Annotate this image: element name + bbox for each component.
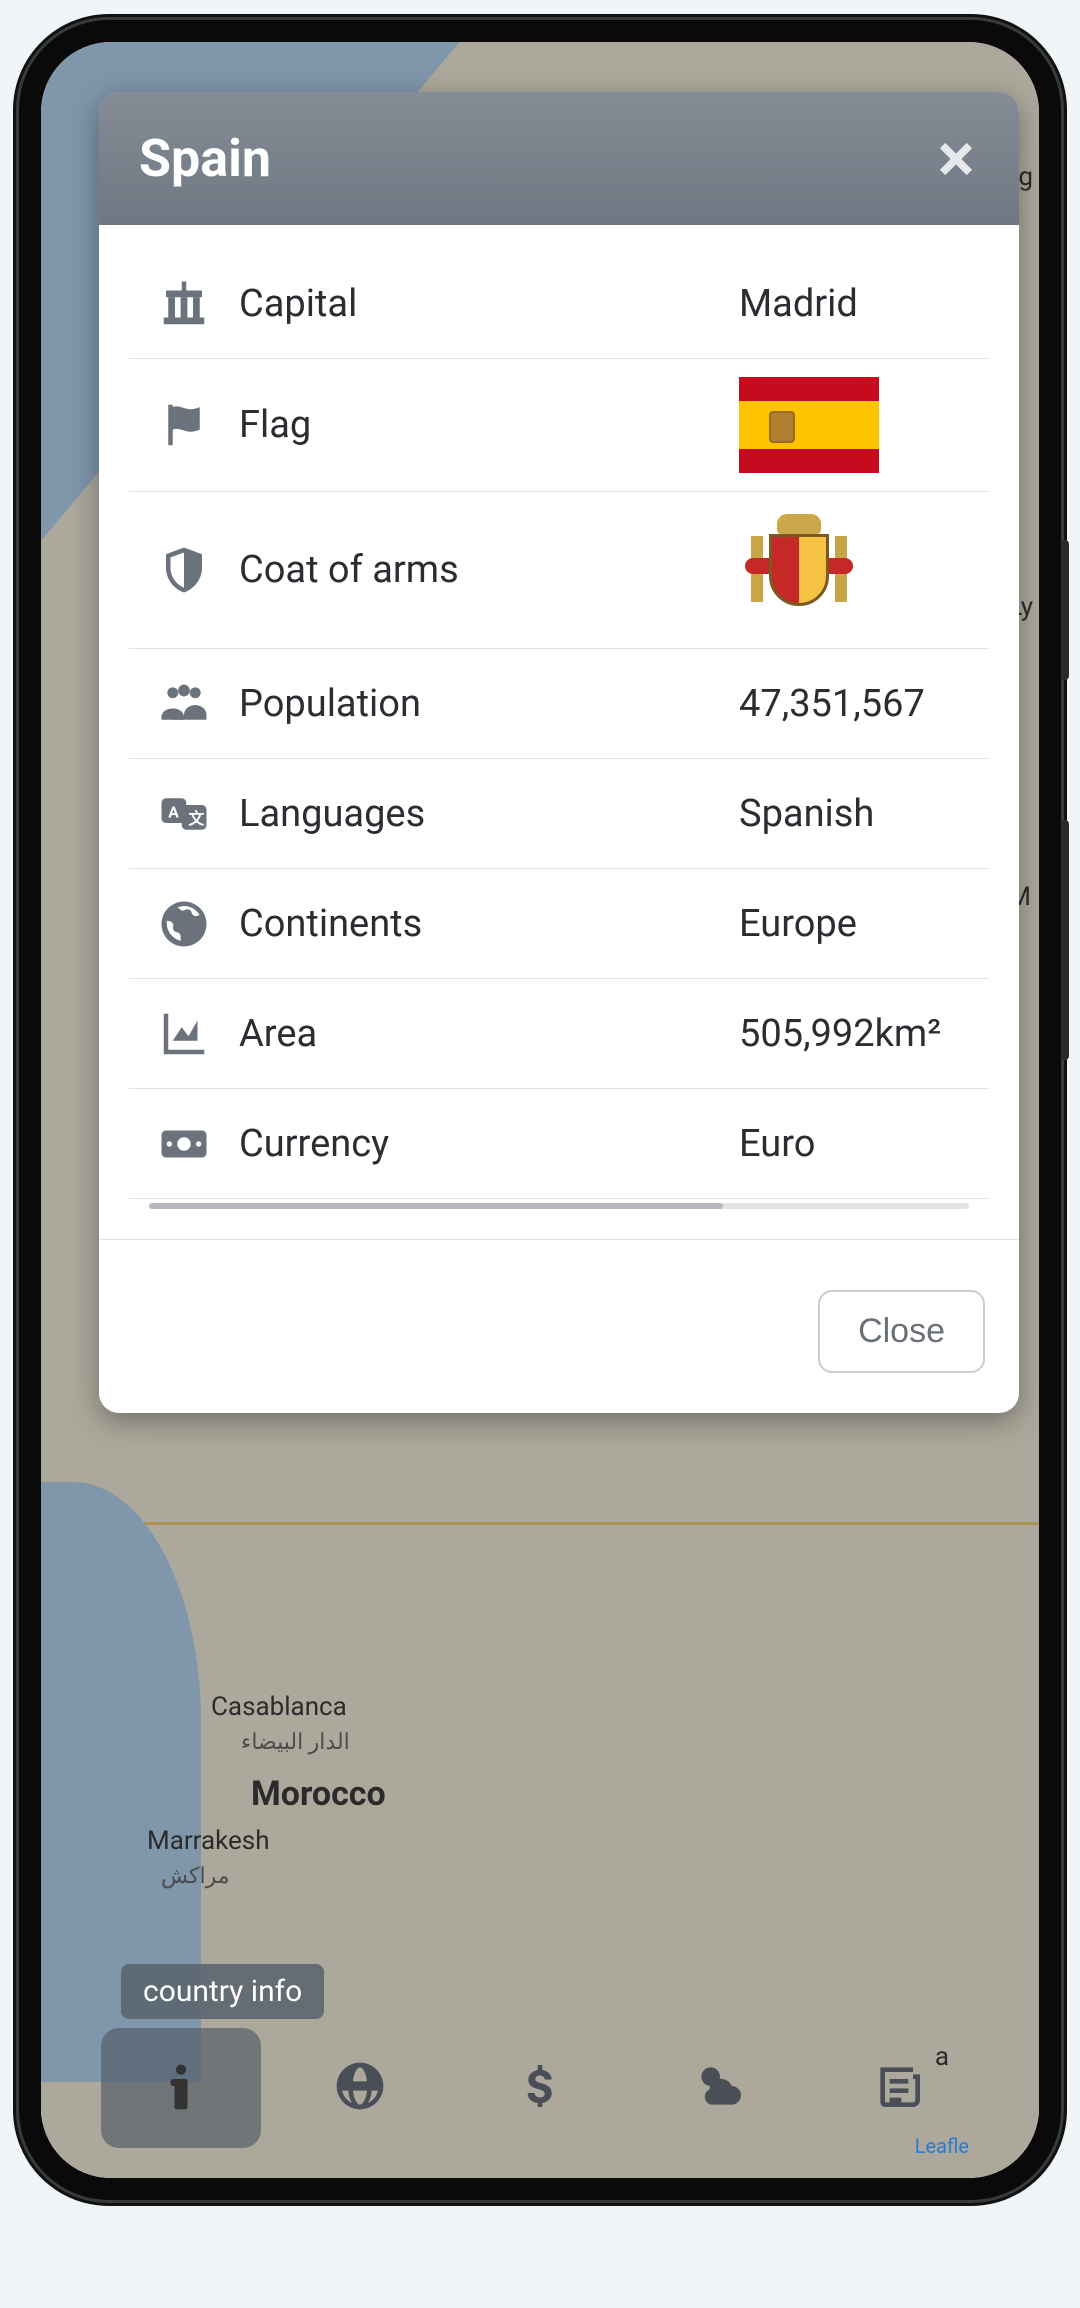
area-chart-icon [129, 1007, 239, 1061]
country-info-modal: Spain Capital Madrid Flag [99, 92, 1019, 1413]
value-languages: Spanish [739, 792, 989, 836]
row-population: Population 47,351,567 [129, 649, 989, 759]
flag-icon [129, 398, 239, 452]
money-icon [129, 1117, 239, 1171]
phone-side-button [1061, 820, 1069, 1060]
capital-icon [129, 277, 239, 331]
row-languages: A文 Languages Spanish [129, 759, 989, 869]
spain-flag-image [739, 377, 879, 473]
weather-icon [692, 2058, 748, 2118]
label-capital: Capital [239, 282, 739, 326]
languages-icon: A文 [129, 787, 239, 841]
scroll-thumb[interactable] [149, 1203, 723, 1209]
modal-title: Spain [139, 128, 271, 189]
row-flag: Flag [129, 359, 989, 492]
spain-coat-of-arms-image [739, 510, 859, 630]
nav-weather[interactable] [640, 2028, 800, 2148]
phone-frame: Casablanca الدار البيضاء Morocco Marrake… [19, 20, 1061, 2200]
modal-body: Capital Madrid Flag Coat of [99, 225, 1019, 1219]
screen: Casablanca الدار البيضاء Morocco Marrake… [41, 42, 1039, 2178]
close-button[interactable]: Close [818, 1290, 985, 1373]
row-currency: Currency Euro [129, 1089, 989, 1199]
value-continents: Europe [739, 902, 989, 946]
shield-icon [129, 543, 239, 597]
news-icon [871, 2058, 927, 2118]
svg-text:文: 文 [189, 809, 205, 828]
phone-side-button [1061, 540, 1069, 680]
population-icon [129, 677, 239, 731]
globe-icon [129, 897, 239, 951]
label-population: Population [239, 682, 739, 726]
globe-icon [332, 2058, 388, 2118]
label-languages: Languages [239, 792, 739, 836]
value-coat [739, 510, 989, 630]
value-population: 47,351,567 [739, 682, 989, 726]
row-continents: Continents Europe [129, 869, 989, 979]
nav-info[interactable] [101, 2028, 261, 2148]
row-coat-of-arms: Coat of arms [129, 492, 989, 649]
value-currency: Euro [739, 1122, 989, 1166]
nav-web[interactable] [281, 2028, 441, 2148]
value-area: 505,992km² [739, 1012, 989, 1056]
bottom-nav [101, 2028, 979, 2148]
modal-header: Spain [99, 92, 1019, 225]
svg-text:A: A [168, 802, 179, 821]
modal-footer: Close [99, 1239, 1019, 1413]
label-continents: Continents [239, 902, 739, 946]
nav-news[interactable] [819, 2028, 979, 2148]
row-capital: Capital Madrid [129, 249, 989, 359]
nav-tooltip: country info [121, 1964, 324, 2019]
label-currency: Currency [239, 1122, 739, 1166]
value-flag [739, 377, 989, 473]
value-capital: Madrid [739, 282, 989, 326]
dollar-icon [512, 2058, 568, 2118]
nav-currency[interactable] [460, 2028, 620, 2148]
label-coat: Coat of arms [239, 548, 739, 592]
info-icon [153, 2058, 209, 2118]
label-area: Area [239, 1012, 739, 1056]
label-flag: Flag [239, 403, 739, 447]
horizontal-scroll-indicator[interactable] [149, 1203, 969, 1209]
close-icon[interactable] [933, 136, 979, 182]
row-area: Area 505,992km² [129, 979, 989, 1089]
map-attribution[interactable]: Leafle [915, 2134, 969, 2158]
